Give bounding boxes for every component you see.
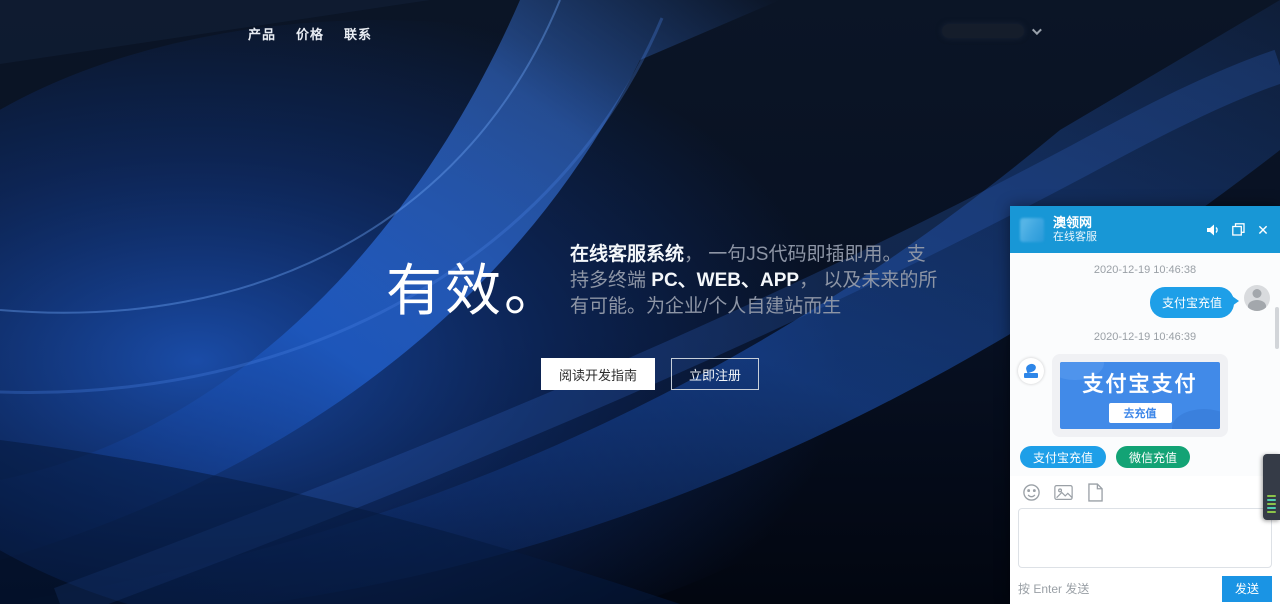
chat-header-icons: ✕: [1206, 223, 1270, 237]
file-icon[interactable]: [1086, 483, 1105, 502]
nav-item-contact[interactable]: 联系: [344, 24, 372, 43]
chat-subtitle: 在线客服: [1053, 231, 1097, 245]
register-button[interactable]: 立即注册: [671, 358, 759, 390]
composer: [1010, 506, 1280, 573]
emoji-icon[interactable]: [1022, 483, 1041, 502]
user-avatar-icon: [1244, 285, 1270, 311]
quick-reply-row: 支付宝充值 微信充值: [1018, 442, 1272, 470]
nav-item-pricing[interactable]: 价格: [296, 24, 324, 43]
dock-stripe: [1267, 499, 1276, 501]
side-dock-tab[interactable]: [1263, 454, 1280, 520]
agent-logo-mark: [1025, 363, 1037, 374]
chat-scrollbar-thumb[interactable]: [1275, 307, 1279, 349]
chat-titles: 澳领网 在线客服: [1053, 215, 1097, 245]
chat-title: 澳领网: [1053, 215, 1097, 231]
outgoing-message-bubble: 支付宝充值: [1150, 287, 1234, 318]
outgoing-message-row: 支付宝充值: [1018, 285, 1272, 318]
hero-cta-row: 阅读开发指南 立即注册: [541, 358, 759, 390]
chat-logo: [1020, 218, 1044, 242]
image-icon[interactable]: [1054, 483, 1073, 502]
chat-message-area[interactable]: 2020-12-19 10:46:38 支付宝充值 2020-12-19 10:…: [1010, 253, 1280, 476]
hero-headline: 有效。: [386, 246, 563, 327]
read-dev-guide-button[interactable]: 阅读开发指南: [541, 358, 655, 390]
dock-stripe: [1267, 507, 1276, 509]
send-button[interactable]: 发送: [1222, 576, 1272, 602]
agent-logo-textbar: [1024, 373, 1038, 378]
volume-icon[interactable]: [1206, 223, 1220, 237]
nav-item-products[interactable]: 产品: [248, 24, 276, 43]
account-name-redacted: [942, 24, 1024, 38]
chat-header: 澳领网 在线客服 ✕: [1010, 206, 1280, 253]
dock-stripe: [1267, 503, 1276, 505]
enter-to-send-hint: 按 Enter 发送: [1018, 580, 1089, 597]
go-recharge-button[interactable]: 去充值: [1109, 403, 1172, 423]
hero-desc-em-1: 在线客服系统: [570, 244, 684, 265]
dock-stripe: [1267, 495, 1276, 497]
composer-toolbar: [1010, 476, 1280, 506]
alipay-banner-title: 支付宝支付: [1083, 368, 1198, 398]
message-timestamp: 2020-12-19 10:46:39: [1018, 331, 1272, 343]
message-timestamp: 2020-12-19 10:46:38: [1018, 264, 1272, 276]
quick-reply-wechat[interactable]: 微信充值: [1116, 446, 1190, 468]
agent-avatar-logo: [1018, 358, 1044, 384]
account-menu[interactable]: [942, 24, 1039, 38]
quick-reply-alipay[interactable]: 支付宝充值: [1020, 446, 1106, 468]
hero-description: 在线客服系统， 一句JS代码即插即用。 支持多终端 PC、WEB、APP， 以及…: [570, 242, 944, 320]
message-input[interactable]: [1018, 508, 1272, 568]
chat-footer: 按 Enter 发送 发送: [1010, 573, 1280, 604]
close-icon[interactable]: ✕: [1256, 223, 1270, 237]
incoming-message-row: 支付宝支付 去充值: [1018, 354, 1272, 437]
top-nav: 产品 价格 联系: [248, 24, 372, 43]
alipay-banner[interactable]: 支付宝支付 去充值: [1060, 362, 1220, 429]
dock-stripe: [1267, 511, 1276, 513]
payment-card-bubble: 支付宝支付 去充值: [1052, 354, 1228, 437]
restore-window-icon[interactable]: [1231, 223, 1245, 237]
hero-desc-em-3: PC、WEB、APP: [651, 270, 799, 291]
landing-page: 产品 价格 联系 有效。 在线客服系统， 一句JS代码即插即用。 支持多终端 P…: [0, 0, 1280, 604]
chat-widget: 澳领网 在线客服 ✕ 2020-12-19 10:46:38 支付宝充值 202…: [1010, 206, 1280, 604]
